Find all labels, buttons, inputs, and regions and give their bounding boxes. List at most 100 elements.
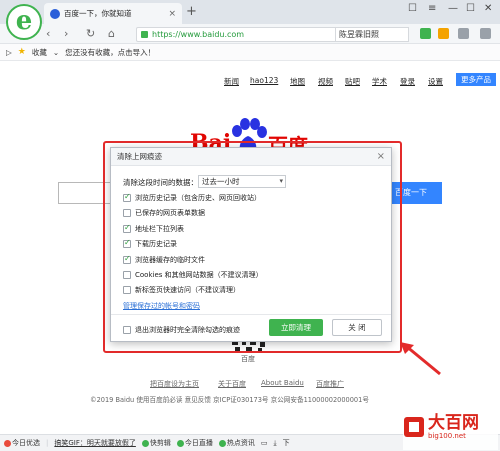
tab-close-icon[interactable]: × bbox=[168, 9, 176, 19]
undo-icon[interactable] bbox=[458, 28, 469, 39]
footer-link-about-en[interactable]: About Baidu bbox=[261, 379, 304, 387]
menu-icon[interactable]: ≡ bbox=[428, 3, 436, 14]
dialog-header: 清除上网痕迹 × bbox=[111, 148, 391, 166]
new-tab-button[interactable]: + bbox=[186, 4, 197, 19]
import-hint[interactable]: 您还没有收藏，点击导入！ bbox=[65, 47, 155, 58]
option-label: 浏览器缓存的临时文件 bbox=[135, 256, 205, 264]
option-cookies[interactable]: Cookies 和其他网站数据（不建议清理） bbox=[123, 270, 263, 280]
annotation-arrow-icon bbox=[400, 342, 441, 376]
option-label: 下载历史记录 bbox=[135, 240, 177, 248]
status-item-picks[interactable]: 今日优选 bbox=[4, 438, 40, 448]
dialog-divider bbox=[111, 314, 391, 315]
checkbox[interactable] bbox=[123, 271, 131, 279]
watermark-sub: big100.net bbox=[428, 432, 466, 440]
status-download-label[interactable]: 下 bbox=[283, 438, 290, 448]
more-products-button[interactable]: 更多产品 bbox=[456, 73, 496, 86]
nav-link-map[interactable]: 地图 bbox=[290, 76, 305, 87]
option-label: 已保存的网页表单数据 bbox=[135, 209, 205, 217]
status-item-video[interactable]: 快剪辑 bbox=[141, 438, 171, 448]
nav-link-settings[interactable]: 设置 bbox=[428, 76, 443, 87]
checkbox[interactable] bbox=[123, 192, 131, 202]
manage-passwords-link[interactable]: 管理保存过的帐号和密码 bbox=[123, 301, 200, 311]
option-label: 浏览历史记录（包含历史、网页回收站） bbox=[135, 194, 261, 202]
option-clear-on-exit[interactable]: 退出浏览器时完全清除勾选的痕迹 bbox=[123, 325, 240, 335]
time-range-value: 过去一小时 bbox=[202, 177, 240, 186]
nav-link-login[interactable]: 登录 bbox=[400, 76, 415, 87]
maximize-icon[interactable]: ☐ bbox=[466, 3, 475, 14]
star-icon: ★ bbox=[17, 47, 26, 57]
nav-link-academic[interactable]: 学术 bbox=[372, 76, 387, 87]
chevron-down-icon[interactable]: ⌄ bbox=[53, 48, 59, 57]
clear-now-button[interactable]: 立即清理 bbox=[269, 319, 323, 336]
chevron-down-icon: ▾ bbox=[279, 177, 283, 185]
status-item-gif[interactable]: 搞笑GIF：明天就要放假了 bbox=[54, 438, 136, 448]
time-range-select[interactable]: 过去一小时 ▾ bbox=[198, 175, 286, 188]
nav-link-tieba[interactable]: 贴吧 bbox=[345, 76, 360, 87]
play-icon bbox=[141, 439, 149, 447]
option-browsing-history[interactable]: 浏览历史记录（包含历史、网页回收站） bbox=[123, 192, 261, 203]
checkbox[interactable] bbox=[123, 254, 131, 264]
favorites-menu[interactable]: 收藏 bbox=[32, 47, 47, 58]
option-new-tab-quick-access[interactable]: 新标签页快速访问（不建议清理） bbox=[123, 285, 240, 295]
checkbox[interactable] bbox=[123, 223, 131, 233]
status-label: 热点资讯 bbox=[226, 439, 255, 447]
checkbox[interactable] bbox=[123, 326, 131, 334]
option-download-history[interactable]: 下载历史记录 bbox=[123, 238, 177, 249]
shirt-skin-icon[interactable]: ☐ bbox=[408, 3, 417, 14]
nav-link-hao123[interactable]: hao123 bbox=[250, 76, 278, 85]
phone-icon[interactable]: ▭ bbox=[261, 439, 268, 447]
option-form-data[interactable]: 已保存的网页表单数据 bbox=[123, 208, 205, 218]
status-item-news[interactable]: 热点资讯 bbox=[218, 438, 255, 448]
option-cache-files[interactable]: 浏览器缓存的临时文件 bbox=[123, 254, 205, 265]
nav-link-video[interactable]: 视频 bbox=[318, 76, 333, 87]
checkbox[interactable] bbox=[123, 238, 131, 248]
fire-icon bbox=[4, 439, 11, 447]
option-label: 退出浏览器时完全清除勾选的痕迹 bbox=[135, 326, 240, 334]
dialog-close-icon[interactable]: × bbox=[377, 151, 385, 162]
bookmarks-bar: ▷ ★ 收藏 ⌄ 您还没有收藏，点击导入！ bbox=[0, 44, 500, 61]
status-item-live[interactable]: 今日直播 bbox=[176, 438, 213, 448]
secure-lock-icon bbox=[141, 31, 148, 38]
watermark-title: 大百网 bbox=[428, 413, 479, 433]
window-close-icon[interactable]: ✕ bbox=[484, 3, 492, 14]
watermark-logo-icon bbox=[404, 417, 424, 437]
extension-icon[interactable] bbox=[420, 28, 431, 39]
back-icon[interactable]: ‹ bbox=[46, 24, 50, 44]
close-button[interactable]: 关 闭 bbox=[332, 319, 382, 336]
footer-link-about[interactable]: 关于百度 bbox=[218, 379, 246, 389]
sidebar-toggle-icon[interactable]: ▷ bbox=[6, 48, 12, 57]
status-label: 快剪辑 bbox=[149, 439, 171, 447]
footer-link-homepage[interactable]: 把百度设为主页 bbox=[150, 379, 199, 389]
nav-link-news[interactable]: 新闻 bbox=[224, 76, 239, 87]
toolbar-search-input[interactable]: 陈昱霖旧照 bbox=[335, 27, 409, 42]
option-address-dropdown[interactable]: 地址栏下拉列表 bbox=[123, 223, 184, 234]
more-menu-icon[interactable] bbox=[480, 28, 491, 39]
footer-link-promotion[interactable]: 百度推广 bbox=[316, 379, 344, 389]
forward-icon[interactable]: › bbox=[64, 24, 68, 44]
live-icon bbox=[176, 439, 184, 447]
range-label: 清除这段时间的数据： bbox=[123, 178, 198, 187]
checkbox[interactable] bbox=[123, 286, 131, 294]
qr-label: 百度 bbox=[241, 355, 255, 363]
tab-title: 百度一下，你就知道 bbox=[64, 9, 132, 18]
home-icon[interactable]: ⌂ bbox=[108, 24, 115, 44]
status-label: 今日直播 bbox=[184, 439, 213, 447]
browser-logo[interactable]: e bbox=[6, 4, 42, 40]
divider: | bbox=[46, 439, 49, 447]
news-icon bbox=[218, 439, 226, 447]
apps-grid-icon[interactable] bbox=[438, 28, 449, 39]
refresh-icon[interactable]: ↻ bbox=[86, 24, 95, 44]
minimize-icon[interactable]: — bbox=[448, 3, 458, 14]
footer-legal: ©2019 Baidu 使用百度前必读 意见反馈 京ICP证030173号 京公… bbox=[90, 396, 369, 404]
tab-baidu[interactable]: 百度一下，你就知道 × bbox=[44, 3, 182, 24]
download-icon[interactable]: ⤓ bbox=[274, 439, 277, 448]
dialog-title: 清除上网痕迹 bbox=[117, 152, 162, 161]
option-label: 地址栏下拉列表 bbox=[135, 225, 184, 233]
address-url[interactable]: https://www.baidu.com bbox=[152, 30, 244, 39]
option-label: 新标签页快速访问（不建议清理） bbox=[135, 286, 240, 294]
clear-history-dialog: 清除上网痕迹 × 清除这段时间的数据： 过去一小时 ▾ 浏览历史记录（包含历史、… bbox=[110, 147, 392, 342]
status-label: 今日优选 bbox=[12, 439, 40, 447]
baidu-paw-icon bbox=[50, 8, 60, 19]
option-label: Cookies 和其他网站数据（不建议清理） bbox=[135, 271, 263, 279]
checkbox[interactable] bbox=[123, 209, 131, 217]
